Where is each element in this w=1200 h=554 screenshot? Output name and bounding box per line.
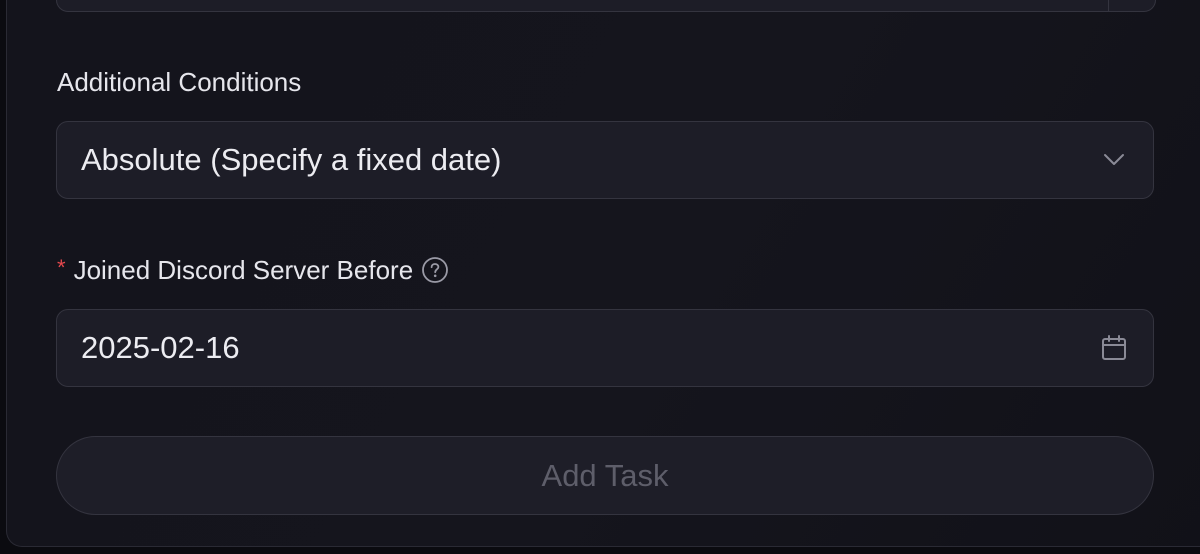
joined-discord-label: Joined Discord Server Before: [73, 255, 414, 285]
joined-discord-label-row: * Joined Discord Server Before: [57, 255, 449, 285]
previous-select-field[interactable]: [56, 0, 1156, 12]
select-divider: [1108, 0, 1109, 11]
chevron-down-icon: [1099, 145, 1129, 175]
question-circle-icon[interactable]: [421, 256, 449, 284]
calendar-icon[interactable]: [1099, 333, 1129, 363]
conditions-select[interactable]: Absolute (Specify a fixed date): [56, 121, 1154, 199]
conditions-select-value: Absolute (Specify a fixed date): [81, 142, 502, 177]
additional-conditions-label: Additional Conditions: [57, 67, 302, 97]
add-task-button[interactable]: Add Task: [56, 436, 1154, 515]
joined-date-picker[interactable]: 2025-02-16: [56, 309, 1154, 387]
joined-date-value: 2025-02-16: [81, 330, 240, 365]
required-mark: *: [57, 255, 66, 280]
